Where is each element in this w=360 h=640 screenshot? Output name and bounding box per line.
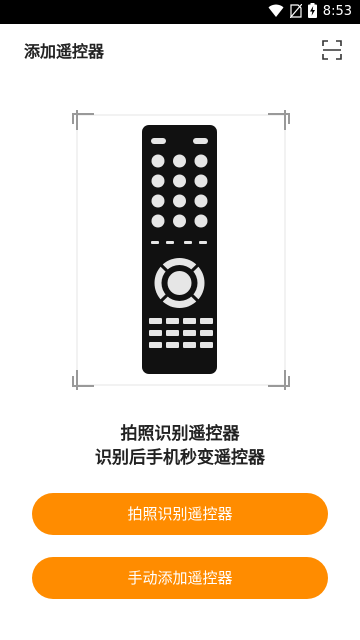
wifi-icon [268, 3, 284, 22]
hint-line-2: 识别后手机秒变遥控器 [95, 448, 265, 468]
tv-remote-illustration [72, 110, 290, 390]
hint-line-1: 拍照识别遥控器 [120, 424, 240, 444]
status-time: 8:53 [322, 4, 352, 19]
battery-charging-icon [307, 2, 317, 22]
status-icons: 8:53 [268, 0, 352, 24]
photo-recognize-button[interactable]: 拍照识别遥控器 [32, 493, 328, 535]
app-bar: 添加遥控器 [0, 24, 360, 80]
remote-illustration [72, 110, 290, 390]
manual-add-button[interactable]: 手动添加遥控器 [32, 557, 328, 599]
hint-text: 拍照识别遥控器 识别后手机秒变遥控器 [0, 422, 360, 470]
page-title: 添加遥控器 [24, 42, 105, 61]
scan-button[interactable] [318, 38, 346, 66]
status-bar: 8:53 [0, 0, 360, 24]
scan-icon [322, 40, 342, 64]
no-sim-icon [289, 3, 303, 22]
